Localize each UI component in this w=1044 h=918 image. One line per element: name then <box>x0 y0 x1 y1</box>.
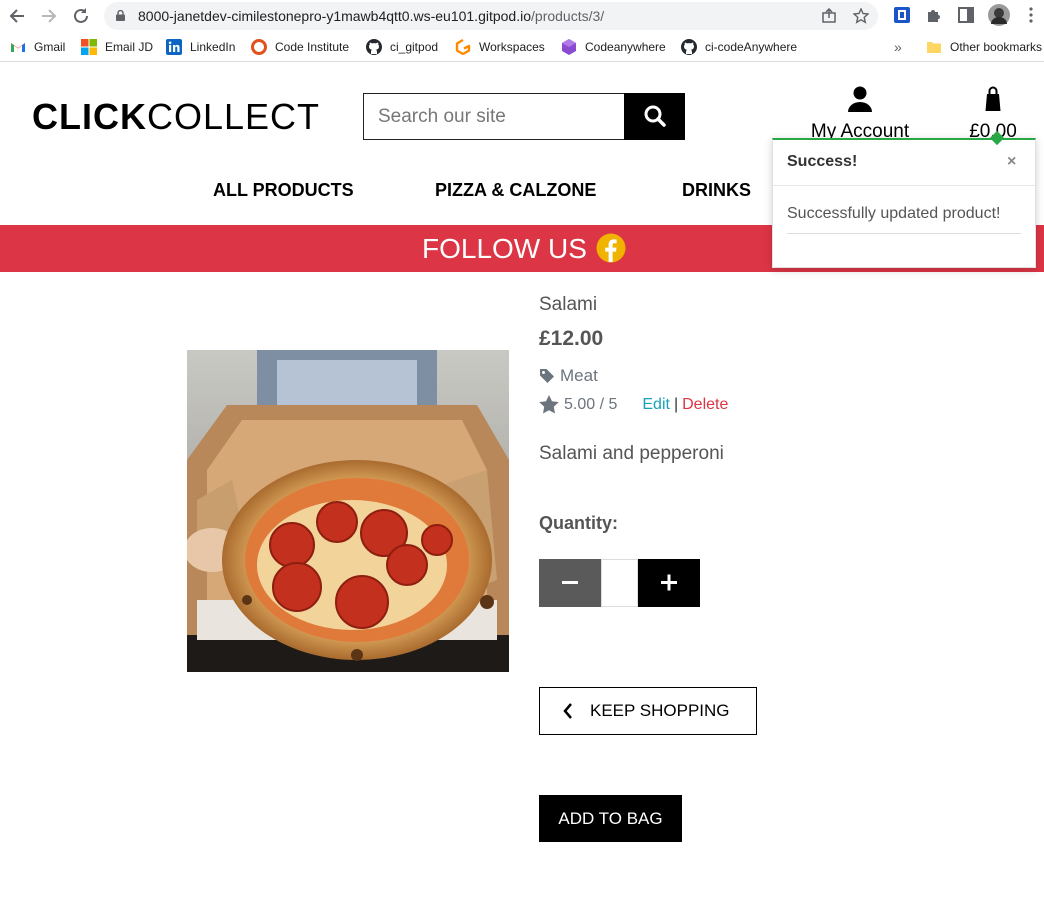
toast-header: Success! × <box>773 140 1035 186</box>
search-icon <box>644 105 666 127</box>
rating-value: 5.00 / 5 <box>564 395 618 413</box>
bookmark-label: ci-codeAnywhere <box>705 40 798 54</box>
keep-shopping-label: KEEP SHOPPING <box>590 701 730 720</box>
url-host: 8000-janetdev-cimilestonepro-y1mawb4qtt0… <box>138 8 532 24</box>
github-icon <box>366 39 382 55</box>
logo-light: COLLECT <box>147 96 321 137</box>
bookmark-other[interactable]: Other bookmarks <box>926 39 1042 55</box>
keep-shopping-button[interactable]: KEEP SHOPPING <box>539 687 757 735</box>
decrement-quantity-button[interactable] <box>539 559 601 607</box>
search-button[interactable] <box>624 93 685 140</box>
tag-icon <box>540 369 554 383</box>
bookmark-label: LinkedIn <box>190 40 236 54</box>
gmail-icon <box>10 39 26 55</box>
site-search <box>363 93 685 140</box>
share-icon[interactable] <box>821 7 837 24</box>
site-logo[interactable]: CLICKCOLLECT <box>32 96 320 138</box>
bookmark-label: Workspaces <box>479 40 545 54</box>
product-name: Salami <box>539 294 598 315</box>
address-bar[interactable]: 8000-janetdev-cimilestonepro-y1mawb4qtt0… <box>104 2 878 30</box>
bookmark-code-institute[interactable]: Code Institute <box>251 39 349 55</box>
follow-us-text: FOLLOW US <box>422 233 587 264</box>
bookmark-ci-codeanywhere[interactable]: ci-codeAnywhere <box>681 39 797 55</box>
product-price: £12.00 <box>539 327 604 350</box>
bookmark-label: Email JD <box>105 40 154 54</box>
extension-icon[interactable] <box>893 6 911 24</box>
quantity-label: Quantity: <box>539 513 618 533</box>
bookmarks-overflow-button[interactable]: » <box>894 39 902 55</box>
bookmark-gmail[interactable]: Gmail <box>10 39 65 55</box>
microsoft-icon <box>81 39 97 55</box>
url-path: /products/3/ <box>531 8 605 24</box>
lock-icon <box>116 10 125 21</box>
bookmark-email-jd[interactable]: Email JD <box>81 39 153 55</box>
bookmark-ci-gitpod[interactable]: ci_gitpod <box>366 39 438 55</box>
puzzle-icon[interactable] <box>925 6 943 24</box>
bookmark-label: Gmail <box>34 40 66 54</box>
codeanywhere-icon <box>561 39 577 55</box>
linkedin-icon <box>166 39 182 55</box>
star-icon <box>539 395 559 414</box>
facebook-icon[interactable] <box>596 233 626 263</box>
bookmark-label: ci_gitpod <box>390 40 439 54</box>
product-category[interactable]: Meat <box>539 366 598 386</box>
github-icon <box>681 39 697 55</box>
browser-toolbar: 8000-janetdev-cimilestonepro-y1mawb4qtt0… <box>0 0 1044 32</box>
chevron-left-icon <box>563 703 572 719</box>
success-toast: Success! × Successfully updated product! <box>772 130 1036 268</box>
forward-icon[interactable] <box>38 5 60 27</box>
plus-icon <box>661 574 677 591</box>
search-input[interactable] <box>363 93 624 140</box>
toast-divider <box>787 233 1021 234</box>
bookmark-workspaces[interactable]: Workspaces <box>455 38 545 56</box>
delete-product-link[interactable]: Delete <box>682 396 728 414</box>
logo-bold: CLICK <box>32 96 147 137</box>
minus-icon <box>562 581 578 584</box>
bookmark-star-icon[interactable] <box>852 7 870 24</box>
increment-quantity-button[interactable] <box>638 559 700 607</box>
gitpod-icon <box>455 38 471 56</box>
toast-message: Successfully updated product! <box>787 205 1001 222</box>
reload-icon[interactable] <box>70 5 92 27</box>
nav-all-products[interactable]: ALL PRODUCTS <box>213 180 354 201</box>
profile-avatar[interactable] <box>988 4 1010 26</box>
product-rating: 5.00 / 5 Edit | Delete <box>539 395 728 414</box>
shopping-bag-button[interactable]: £0.00 <box>962 84 1024 142</box>
link-separator: | <box>673 395 679 413</box>
back-icon[interactable] <box>6 5 28 27</box>
quantity-input[interactable] <box>601 559 638 607</box>
product-description: Salami and pepperoni <box>539 443 724 464</box>
side-panel-icon[interactable] <box>957 6 975 24</box>
product-image <box>187 350 509 672</box>
kebab-menu-icon[interactable] <box>1022 6 1040 24</box>
bookmark-linkedin[interactable]: LinkedIn <box>166 39 235 55</box>
my-account-button[interactable]: My Account <box>805 84 915 142</box>
category-label: Meat <box>560 366 598 385</box>
folder-icon <box>926 39 942 55</box>
code-institute-icon <box>251 39 267 55</box>
user-icon <box>848 86 872 112</box>
bookmark-label: Other bookmarks <box>950 40 1043 54</box>
bookmarks-bar: Gmail Email JD LinkedIn Code Institute c… <box>0 32 1044 62</box>
add-to-bag-button[interactable]: ADD TO BAG <box>539 795 682 842</box>
shopping-bag-icon <box>985 86 1001 111</box>
nav-drinks[interactable]: DRINKS <box>682 180 751 201</box>
url-text: 8000-janetdev-cimilestonepro-y1mawb4qtt0… <box>138 8 604 24</box>
edit-product-link[interactable]: Edit <box>642 396 670 414</box>
bookmark-label: Codeanywhere <box>585 40 666 54</box>
toast-title: Success! <box>787 153 858 170</box>
bookmark-label: Code Institute <box>275 40 350 54</box>
bookmark-codeanywhere[interactable]: Codeanywhere <box>561 39 666 55</box>
nav-pizza-calzone[interactable]: PIZZA & CALZONE <box>435 180 596 201</box>
toast-close-button[interactable]: × <box>1007 153 1016 171</box>
